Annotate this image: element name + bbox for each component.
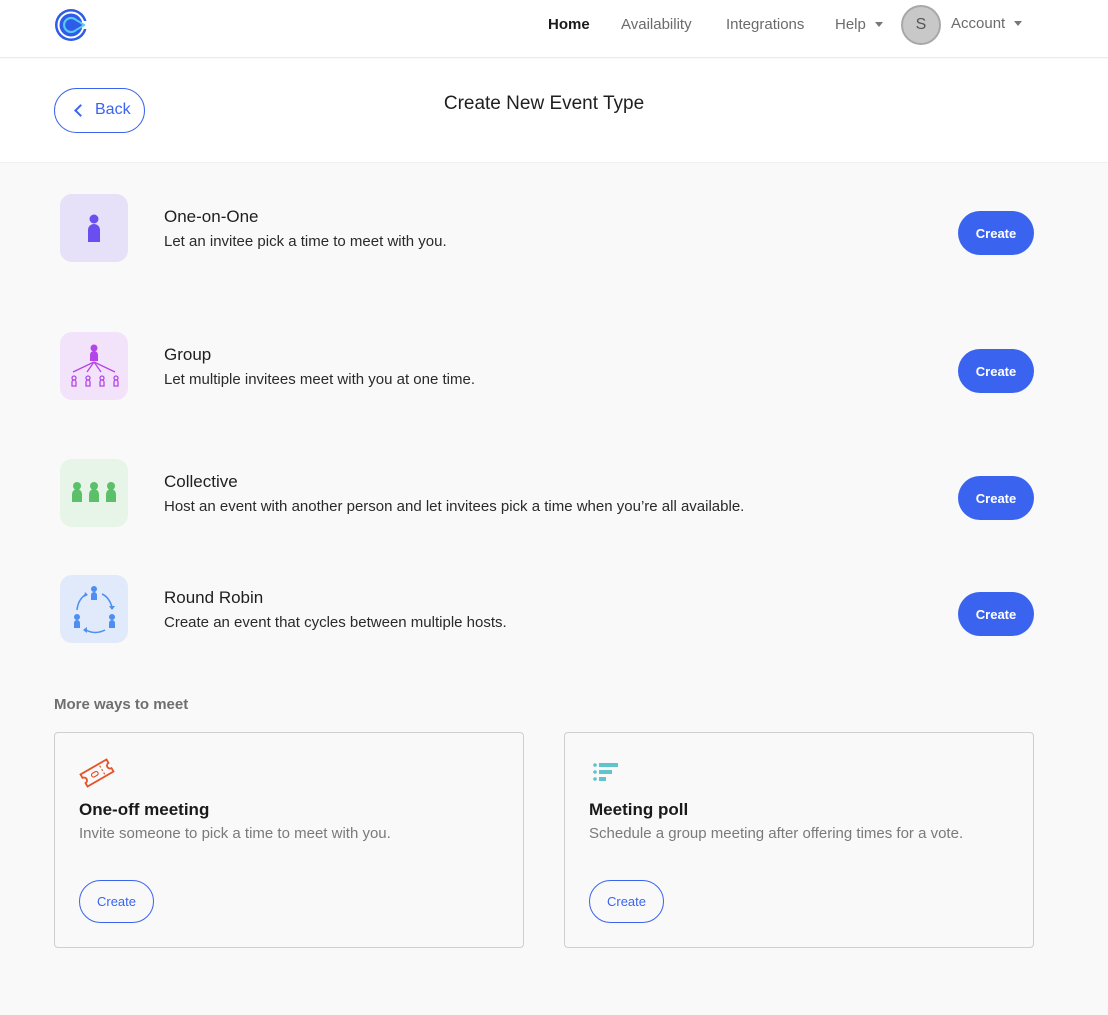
ticket-icon: [79, 758, 115, 788]
event-type-description: Let an invitee pick a time to meet with …: [164, 233, 447, 250]
three-people-icon: [60, 459, 128, 527]
event-type-row: Round Robin Create an event that cycles …: [0, 575, 1108, 645]
more-ways-heading: More ways to meet: [54, 696, 189, 713]
card-description: Invite someone to pick a time to meet wi…: [79, 825, 391, 842]
event-type-name: Collective: [164, 472, 238, 491]
round-robin-icon: [60, 575, 128, 643]
event-type-description: Host an event with another person and le…: [164, 498, 745, 515]
nav-account-label: Account: [951, 15, 1006, 32]
top-nav: Home Availability Integrations Help S Ac…: [0, 0, 1108, 58]
event-type-description: Create an event that cycles between mult…: [164, 614, 507, 631]
avatar[interactable]: S: [901, 5, 941, 45]
create-one-off-meeting-button[interactable]: Create: [79, 880, 154, 923]
nav-help-label: Help: [835, 16, 866, 33]
card-title: Meeting poll: [589, 800, 689, 819]
nav-home[interactable]: Home: [548, 16, 590, 33]
caret-down-icon: [874, 21, 883, 27]
poll-list-icon: [593, 763, 618, 781]
page-header: Back Create New Event Type: [0, 59, 1108, 163]
card-title: One-off meeting: [79, 800, 210, 819]
event-type-row: Group Let multiple invitees meet with yo…: [0, 332, 1108, 402]
event-type-name: Group: [164, 345, 212, 364]
create-meeting-poll-button[interactable]: Create: [589, 880, 664, 923]
create-one-on-one-button[interactable]: Create: [958, 211, 1034, 255]
one-off-meeting-card: One-off meeting Invite someone to pick a…: [54, 732, 524, 948]
event-type-name: One-on-One: [164, 207, 259, 226]
page-title: Create New Event Type: [443, 93, 645, 114]
event-type-name: Round Robin: [164, 588, 264, 607]
event-type-description: Let multiple invitees meet with you at o…: [164, 371, 475, 388]
single-person-icon: [60, 194, 128, 262]
nav-account[interactable]: Account: [951, 15, 1023, 32]
nav-help[interactable]: Help: [835, 16, 883, 33]
nav-availability[interactable]: Availability: [621, 16, 692, 33]
create-collective-button[interactable]: Create: [958, 476, 1034, 520]
caret-down-icon: [1014, 20, 1023, 26]
event-type-row: One-on-One Let an invitee pick a time to…: [0, 194, 1108, 264]
create-group-button[interactable]: Create: [958, 349, 1034, 393]
create-round-robin-button[interactable]: Create: [958, 592, 1034, 636]
group-hierarchy-icon: [60, 332, 128, 400]
event-type-row: Collective Host an event with another pe…: [0, 459, 1108, 529]
calendly-logo-icon[interactable]: [54, 8, 90, 42]
nav-integrations[interactable]: Integrations: [726, 16, 804, 33]
card-description: Schedule a group meeting after offering …: [589, 825, 964, 842]
meeting-poll-card: Meeting poll Schedule a group meeting af…: [564, 732, 1034, 948]
